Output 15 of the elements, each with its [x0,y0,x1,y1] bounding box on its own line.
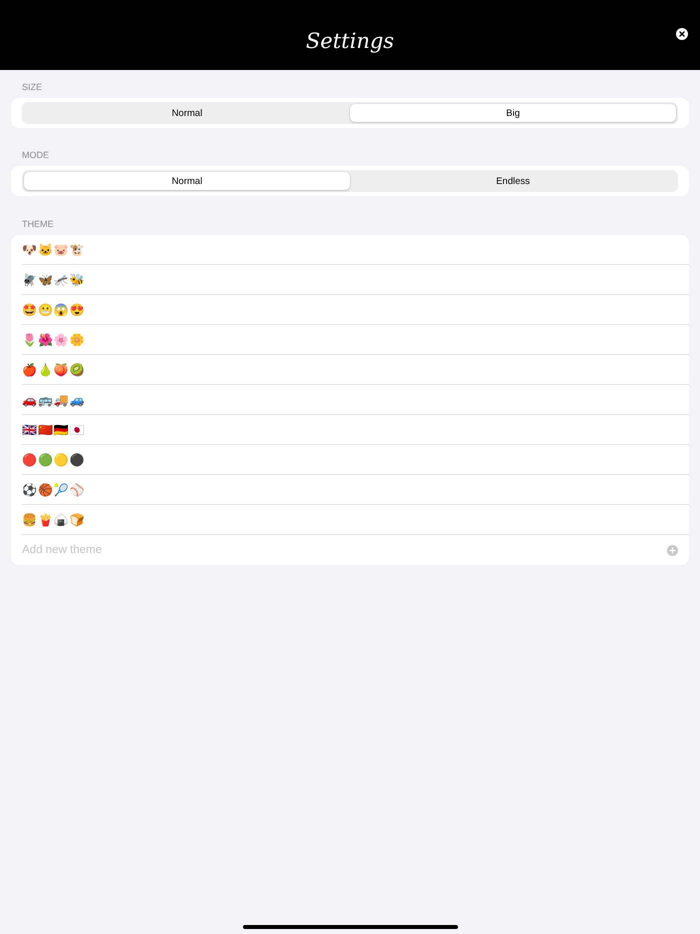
screen-title: Settings [306,29,394,53]
section-label: MODE [21,149,50,162]
theme-item[interactable]: 🍔🍟🍙🍞 [22,512,86,526]
section-label: SIZE [21,81,44,94]
theme-item[interactable]: 🇬🇧🇨🇳🇩🇪🇯🇵 [22,422,86,436]
segment-option[interactable]: Endless [350,172,676,190]
segment-option[interactable]: Normal [24,172,350,190]
theme-item[interactable]: 🍎🍐🍑🥝 [22,362,86,376]
theme-item[interactable]: 🚗🚌🚚🚙 [22,392,86,406]
close-icon[interactable] [676,28,688,40]
segment-option[interactable]: Big [350,104,676,122]
section-label: THEME [21,218,54,231]
segment-option[interactable]: Normal [24,104,350,122]
theme-item[interactable]: 🪰🦋🦟🐝 [22,272,86,286]
theme-item[interactable]: ⚽🏀🎾⚾ [22,482,86,496]
